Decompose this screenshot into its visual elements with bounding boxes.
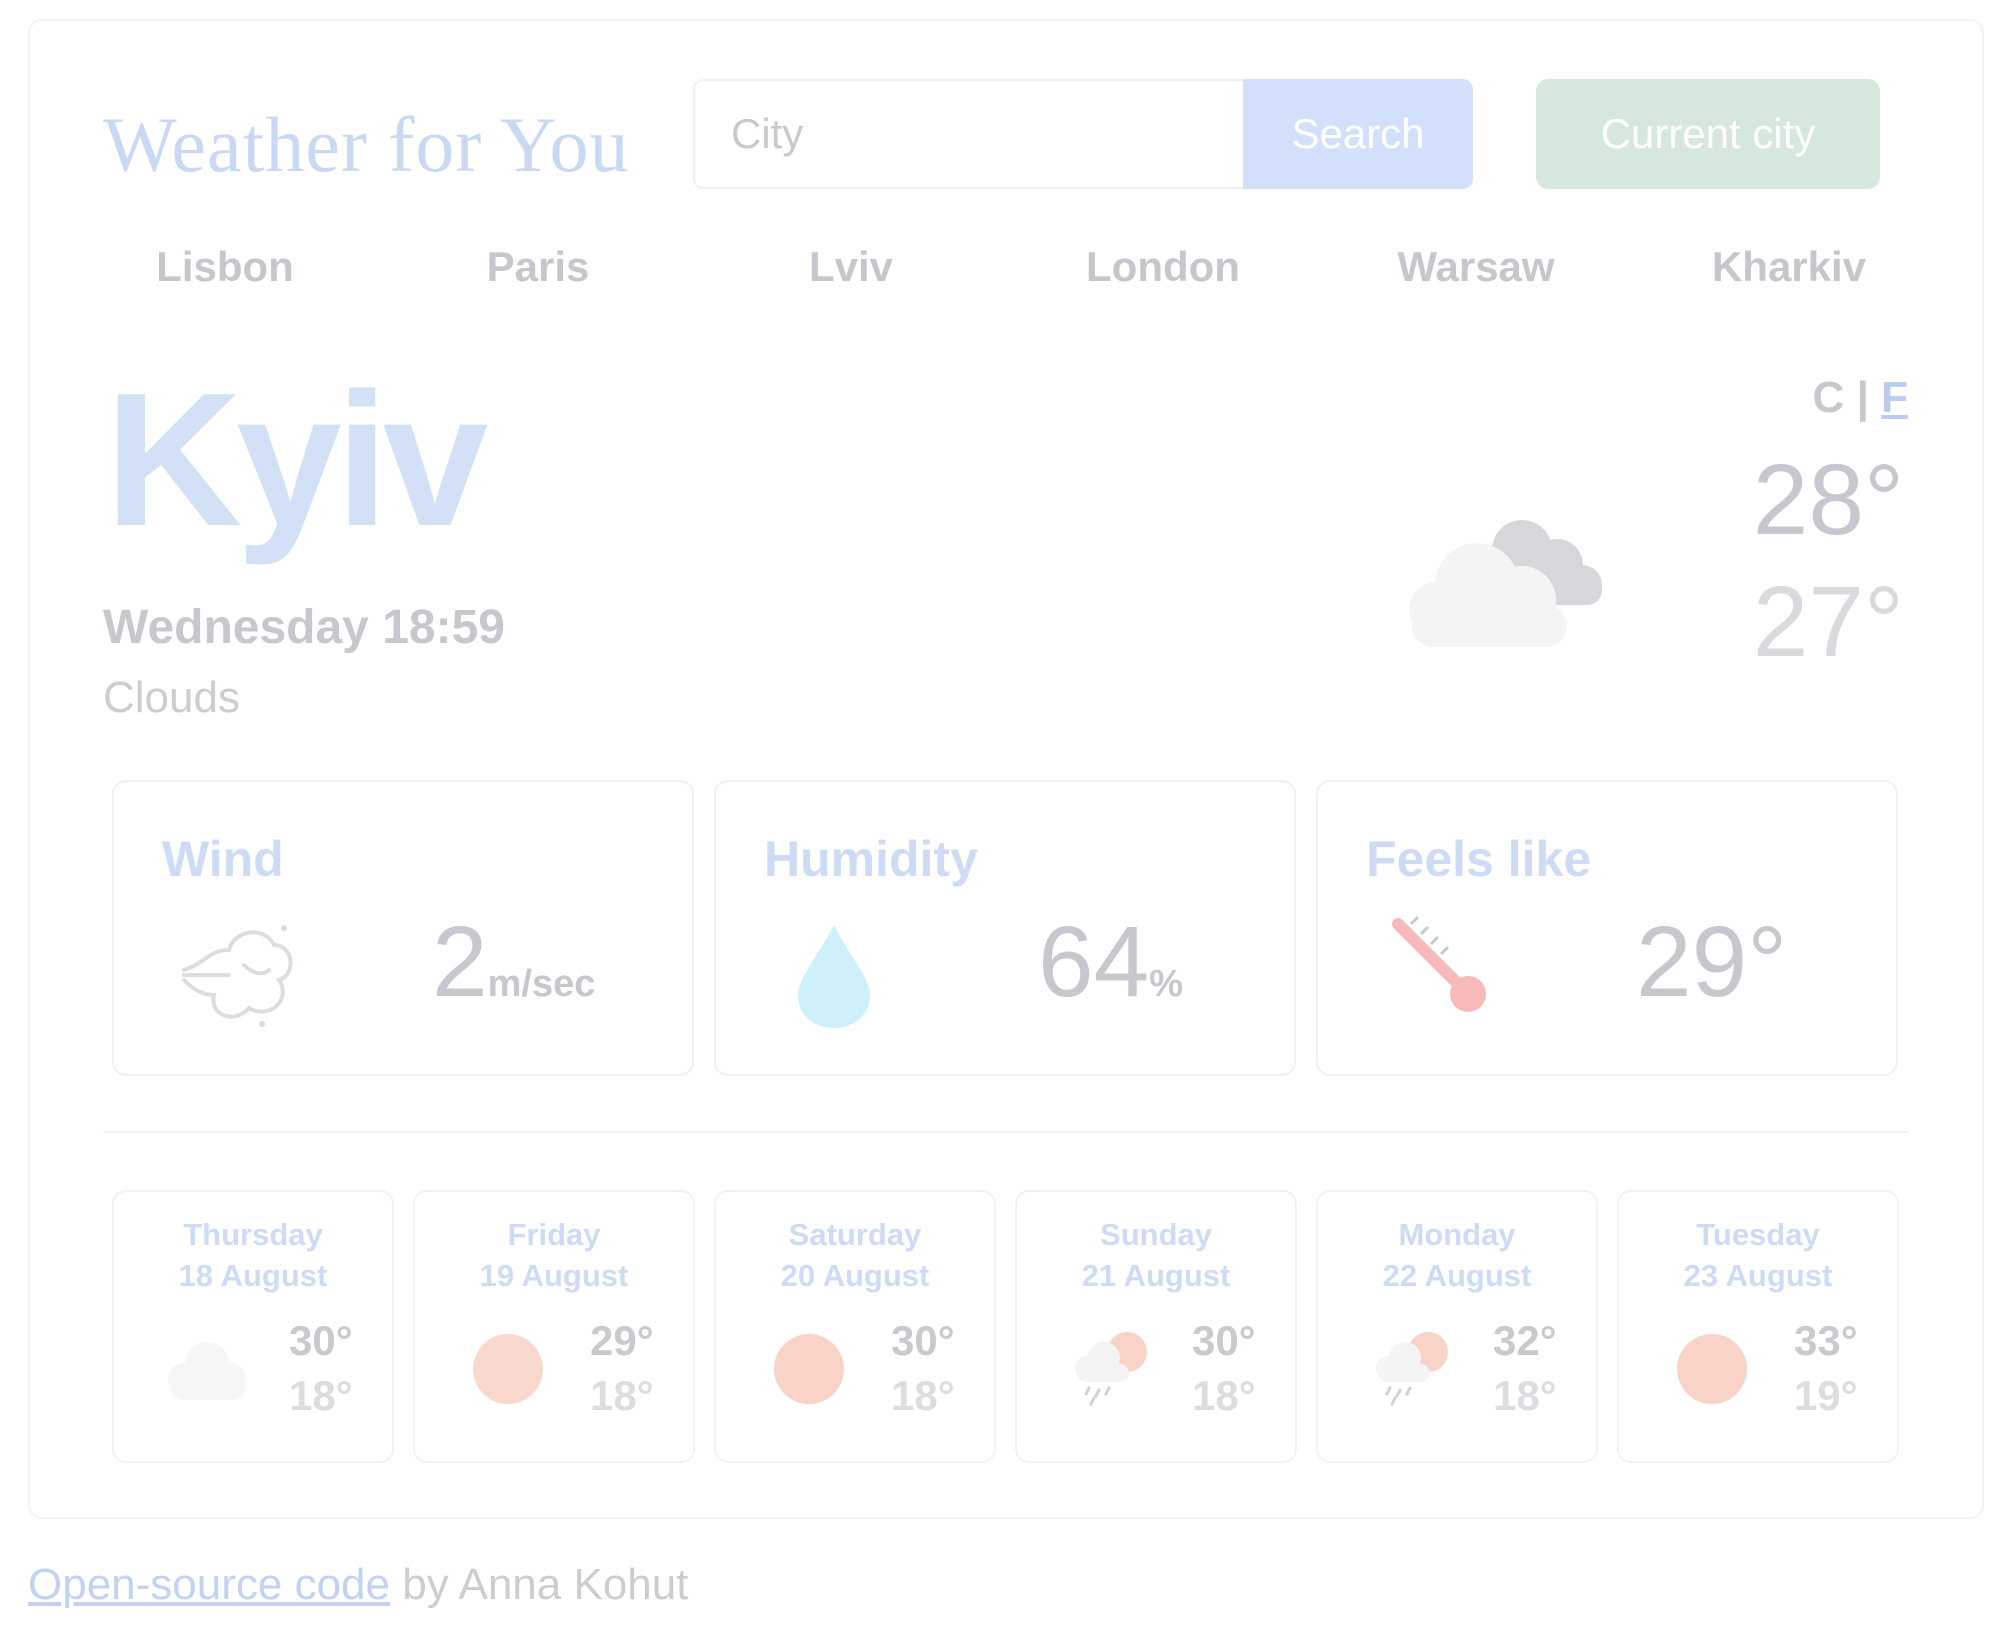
wind-value-group: 2m/sec	[432, 912, 595, 1012]
forecast-day-date: 22 August	[1382, 1258, 1532, 1293]
forecast-day: Saturday 20 August 30° 18°	[714, 1190, 996, 1463]
current-temp-min: 27°	[1752, 566, 1904, 678]
app-title: Weather for You	[103, 101, 630, 188]
footer: Open-source code by Anna Kohut	[28, 1560, 688, 1610]
unit-fahrenheit-link[interactable]: F	[1881, 373, 1908, 422]
forecast-max: 30°	[891, 1317, 955, 1364]
city-link-paris[interactable]: Paris	[438, 243, 638, 291]
current-city-name: Kyiv	[105, 354, 488, 566]
rain-sun-icon	[1370, 1326, 1460, 1411]
forecast-min: 18°	[1493, 1372, 1557, 1419]
weather-description: Clouds	[103, 673, 240, 722]
forecast-min: 18°	[590, 1372, 654, 1419]
forecast-max: 30°	[1192, 1317, 1256, 1364]
unit-toggle: C | F	[1813, 373, 1908, 423]
humidity-unit: %	[1149, 963, 1184, 1005]
forecast-day-date: 21 August	[1081, 1258, 1231, 1293]
forecast-day: Friday 19 August 29° 18°	[413, 1190, 695, 1463]
forecast-max: 30°	[289, 1317, 353, 1364]
forecast-day-name: Tuesday	[1696, 1217, 1820, 1252]
forecast-max: 33°	[1794, 1317, 1858, 1364]
forecast-day: Thursday 18 August 30° 18°	[112, 1190, 394, 1463]
forecast-min: 18°	[289, 1372, 353, 1419]
humidity-card: Humidity 64%	[714, 780, 1296, 1076]
forecast-day-date: 19 August	[479, 1258, 629, 1293]
search-button[interactable]: Search	[1243, 79, 1473, 189]
forecast-day-date: 23 August	[1683, 1258, 1833, 1293]
forecast-min: 18°	[1192, 1372, 1256, 1419]
sun-icon	[772, 1332, 846, 1411]
divider	[103, 1131, 1909, 1133]
current-temp-max: 28°	[1752, 444, 1904, 556]
forecast-day-name: Thursday	[183, 1217, 323, 1252]
current-city-button[interactable]: Current city	[1536, 79, 1880, 189]
rain-sun-icon	[1069, 1326, 1159, 1411]
footer-author: by Anna Kohut	[390, 1560, 689, 1609]
sun-icon	[471, 1332, 545, 1411]
forecast-day-name: Friday	[507, 1217, 601, 1252]
search-form: Search	[693, 79, 1473, 189]
thermometer-icon	[1386, 912, 1496, 1027]
unit-separator: |	[1856, 373, 1869, 422]
humidity-value: 64	[1038, 906, 1150, 1018]
forecast-day-name: Saturday	[788, 1217, 922, 1252]
forecast-min: 18°	[891, 1372, 955, 1419]
forecast-day-name: Sunday	[1100, 1217, 1212, 1252]
sun-icon	[1675, 1332, 1749, 1411]
forecast-day-date: 20 August	[780, 1258, 930, 1293]
forecast-day: Tuesday 23 August 33° 19°	[1617, 1190, 1899, 1463]
city-link-lviv[interactable]: Lviv	[751, 243, 951, 291]
city-link-lisbon[interactable]: Lisbon	[125, 243, 325, 291]
forecast-day-name: Monday	[1398, 1217, 1516, 1252]
humidity-value-group: 64%	[1038, 912, 1183, 1012]
droplet-icon	[794, 920, 874, 1035]
wind-unit: m/sec	[487, 963, 596, 1005]
feels-like-title: Feels like	[1366, 831, 1592, 887]
forecast-day-date: 18 August	[178, 1258, 328, 1293]
forecast-min: 19°	[1794, 1372, 1858, 1419]
city-link-london[interactable]: London	[1063, 243, 1263, 291]
current-datetime: Wednesday 18:59	[103, 601, 505, 654]
wind-icon	[174, 920, 304, 1035]
search-input[interactable]	[693, 79, 1253, 189]
feels-like-value: 29°	[1636, 906, 1788, 1018]
clouds-icon	[1392, 505, 1612, 660]
humidity-title: Humidity	[764, 831, 978, 887]
forecast-day: Sunday 21 August 30° 18°	[1015, 1190, 1297, 1463]
feels-like-value-group: 29°	[1636, 912, 1787, 1012]
city-link-warsaw[interactable]: Warsaw	[1376, 243, 1576, 291]
city-link-kharkiv[interactable]: Kharkiv	[1689, 243, 1889, 291]
wind-card: Wind 2m/sec	[112, 780, 694, 1076]
unit-celsius[interactable]: C	[1813, 373, 1845, 422]
open-source-link[interactable]: Open-source code	[28, 1560, 390, 1609]
wind-value: 2	[432, 906, 488, 1018]
feels-like-card: Feels like 29°	[1316, 780, 1898, 1076]
cloud-icon	[162, 1334, 252, 1409]
forecast-max: 32°	[1493, 1317, 1557, 1364]
forecast-day: Monday 22 August 32° 18°	[1316, 1190, 1598, 1463]
wind-title: Wind	[162, 831, 284, 887]
forecast-max: 29°	[590, 1317, 654, 1364]
